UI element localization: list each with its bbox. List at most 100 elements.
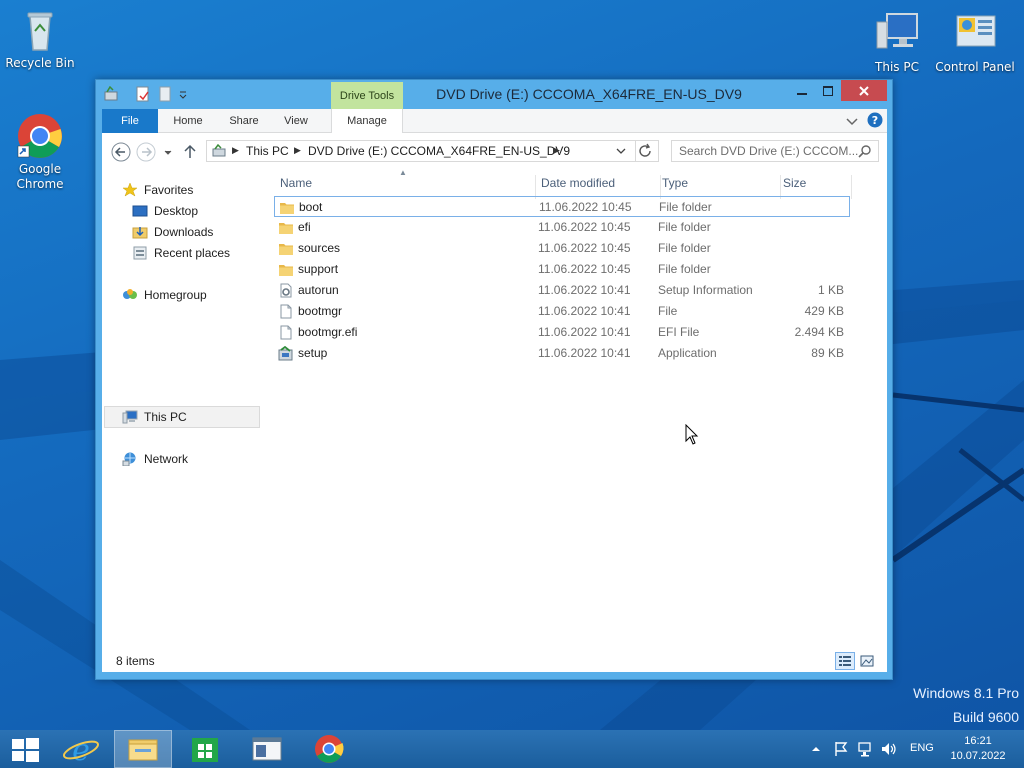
- file-row-autorun[interactable]: autorun 11.06.2022 10:41 Setup Information…: [274, 280, 850, 301]
- maximize-button[interactable]: [815, 80, 841, 101]
- mouse-cursor-icon: [685, 423, 699, 449]
- file-row-bootmgr[interactable]: bootmgr 11.06.2022 10:41 File 429 KB: [274, 301, 850, 322]
- forward-arrow-icon: [136, 142, 156, 162]
- nav-network[interactable]: Network: [122, 449, 262, 469]
- folder-icon: [278, 241, 294, 256]
- tab-view[interactable]: View: [274, 109, 318, 133]
- input-language[interactable]: ENG: [910, 742, 934, 768]
- nav-this-pc[interactable]: This PC: [122, 407, 262, 427]
- edition-watermark: Windows 8.1 Pro: [913, 685, 1019, 701]
- nav-desktop-label: Desktop: [154, 204, 199, 218]
- help-icon[interactable]: ?: [867, 112, 883, 128]
- network-status-icon[interactable]: [857, 741, 873, 768]
- taskbar-internet-explorer[interactable]: e: [52, 730, 110, 768]
- navigation-bar: ▶ This PC ▶ DVD Drive (E:) CCCOMA_X64FRE…: [102, 133, 887, 169]
- file-type: File folder: [658, 220, 711, 234]
- file-type: EFI File: [658, 325, 700, 339]
- nav-recent-places[interactable]: Recent places: [132, 243, 262, 263]
- action-center-icon[interactable]: [833, 741, 849, 768]
- taskbar-store[interactable]: [176, 730, 234, 768]
- forward-button[interactable]: [136, 142, 156, 162]
- show-hidden-icons-button[interactable]: [810, 742, 822, 768]
- search-icon: [858, 144, 872, 161]
- file-date: 11.06.2022 10:45: [538, 220, 631, 234]
- expand-ribbon-icon[interactable]: [845, 114, 859, 128]
- nav-downloads[interactable]: Downloads: [132, 222, 262, 242]
- file-type: File: [658, 304, 678, 318]
- folder-icon: [128, 739, 158, 761]
- google-chrome-shortcut[interactable]: Google Chrome: [0, 112, 80, 192]
- address-history-dropdown[interactable]: [615, 141, 627, 167]
- status-bar: 8 items: [102, 650, 887, 672]
- system-clock[interactable]: 16:21 10.07.2022: [945, 734, 1011, 768]
- address-bar[interactable]: ▶ This PC ▶ DVD Drive (E:) CCCOMA_X64FRE…: [206, 140, 636, 162]
- file-row-setup[interactable]: setup 11.06.2022 10:41 Application 89 KB: [274, 343, 850, 364]
- this-pc-shortcut[interactable]: This PC: [857, 10, 937, 75]
- tab-file[interactable]: File: [102, 109, 158, 133]
- close-icon: [859, 85, 869, 96]
- volume-icon[interactable]: [880, 741, 898, 768]
- homegroup-icon: [122, 288, 138, 302]
- tab-home[interactable]: Home: [164, 109, 212, 133]
- breadcrumb-this-pc[interactable]: This PC: [246, 141, 289, 161]
- title-bar[interactable]: Drive Tools DVD Drive (E:) CCCOMA_X64FRE…: [96, 80, 892, 109]
- breadcrumb-separator-icon: ▶: [232, 146, 239, 156]
- recent-locations-button[interactable]: [162, 142, 174, 162]
- file-date: 11.06.2022 10:45: [538, 262, 631, 276]
- chevron-up-icon: [812, 747, 820, 751]
- file-date: 11.06.2022 10:45: [538, 241, 631, 255]
- control-panel-icon: [951, 10, 999, 58]
- this-pc-label: This PC: [875, 60, 919, 74]
- breadcrumb-separator-icon: ▶: [294, 146, 301, 156]
- file-row-support[interactable]: support 11.06.2022 10:45 File folder: [274, 259, 850, 280]
- column-name-label: Name: [280, 176, 313, 190]
- control-panel-shortcut[interactable]: Control Panel: [935, 10, 1015, 75]
- taskbar-chrome[interactable]: [300, 730, 358, 768]
- breadcrumb-dvd-drive[interactable]: DVD Drive (E:) CCCOMA_X64FRE_EN-US_DV9: [308, 141, 570, 161]
- minimize-button[interactable]: [789, 80, 815, 101]
- refresh-icon: [639, 143, 651, 157]
- refresh-button[interactable]: [635, 140, 659, 162]
- tab-share[interactable]: Share: [220, 109, 268, 133]
- recycle-bin-label: Recycle Bin: [5, 56, 75, 70]
- sort-ascending-icon: ▲: [399, 168, 407, 177]
- nav-homegroup[interactable]: Homegroup: [122, 285, 262, 305]
- recycle-bin-shortcut[interactable]: Recycle Bin: [0, 6, 80, 71]
- nav-desktop[interactable]: Desktop: [132, 201, 262, 221]
- taskbar-app[interactable]: [238, 730, 296, 768]
- folder-icon: [278, 262, 294, 277]
- start-button[interactable]: [0, 730, 50, 768]
- file-type: File folder: [659, 200, 712, 214]
- close-button[interactable]: [841, 80, 887, 101]
- search-input[interactable]: Search DVD Drive (E:) CCCOM...: [671, 140, 879, 162]
- file-row-boot[interactable]: boot 11.06.2022 10:45 File folder: [274, 196, 850, 217]
- item-count: 8 items: [116, 654, 155, 668]
- file-type: Application: [658, 346, 717, 360]
- nav-favorites[interactable]: Favorites: [122, 180, 262, 200]
- large-icons-view-button[interactable]: [857, 652, 877, 670]
- tab-manage[interactable]: Manage: [331, 109, 403, 134]
- svg-text:?: ?: [872, 114, 878, 127]
- file-name: bootmgr: [298, 304, 343, 318]
- file-name: setup: [298, 346, 328, 360]
- back-button[interactable]: [111, 142, 131, 162]
- file-name: boot: [299, 200, 323, 214]
- minimize-icon: [797, 92, 807, 95]
- file-row-efi[interactable]: efi 11.06.2022 10:45 File folder: [274, 217, 850, 238]
- file-size: 2.494 KB: [794, 325, 844, 339]
- setup-app-icon: [278, 345, 294, 361]
- file-date: 11.06.2022 10:41: [538, 325, 631, 339]
- window-title: DVD Drive (E:) CCCOMA_X64FRE_EN-US_DV9: [436, 86, 742, 102]
- file-row-bootmgr-efi[interactable]: bootmgr.efi 11.06.2022 10:41 EFI File 2.494…: [274, 322, 850, 343]
- file-row-sources[interactable]: sources 11.06.2022 10:45 File folder: [274, 238, 850, 259]
- downloads-icon: [132, 225, 148, 239]
- up-button[interactable]: [182, 142, 198, 162]
- back-arrow-icon: [111, 142, 131, 162]
- setup-info-icon: [278, 283, 294, 298]
- google-chrome-label: Google Chrome: [16, 162, 64, 191]
- nav-recent-places-label: Recent places: [154, 246, 231, 260]
- content-area: Favorites Desktop Downloads Recent place…: [102, 168, 887, 650]
- file-name: bootmgr.efi: [298, 325, 358, 339]
- details-view-button[interactable]: [835, 652, 855, 670]
- taskbar-file-explorer[interactable]: [114, 730, 172, 768]
